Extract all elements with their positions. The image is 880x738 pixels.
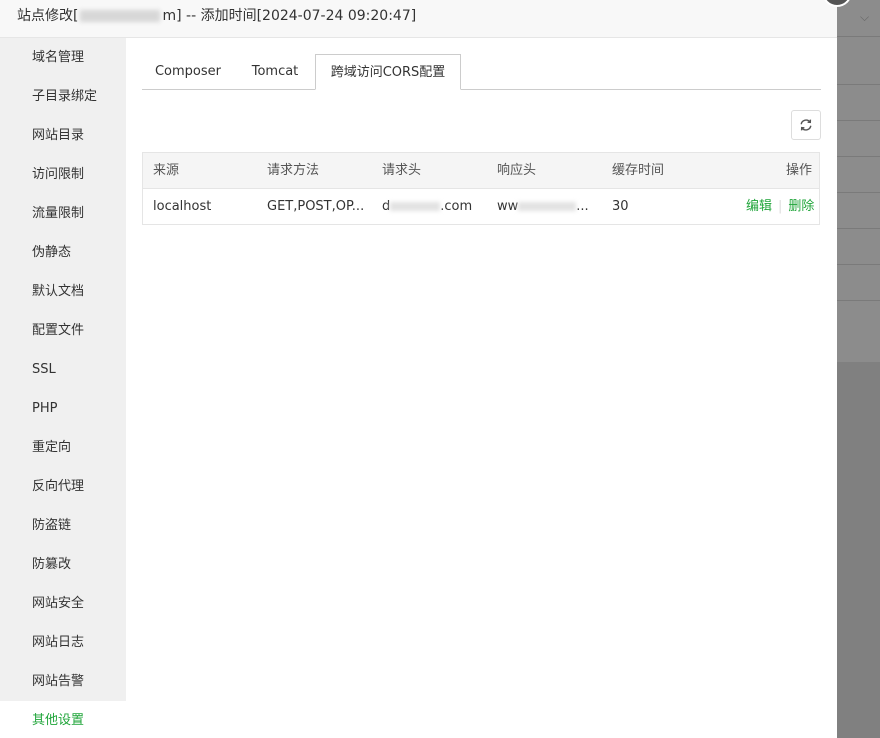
cell-request-headers: d .com [382,189,482,224]
sidebar-item-php[interactable]: PHP [0,389,126,428]
background-row-divider [837,300,880,301]
sidebar-item-traffic-limit[interactable]: 流量限制 [0,194,126,233]
sidebar-item-redirect[interactable]: 重定向 [0,428,126,467]
redacted-text [518,202,577,211]
chevron-down-icon: ⌵ [860,10,870,24]
sidebar-item-reverse-proxy[interactable]: 反向代理 [0,467,126,506]
sidebar-item-other-settings[interactable]: 其他设置 [0,701,126,738]
tab-bar: Composer Tomcat 跨域访问CORS配置 [142,54,821,90]
cell-max-age: 30 [612,199,629,214]
sidebar-item-site-dir[interactable]: 网站目录 [0,116,126,155]
table-header: 来源 请求方法 请求头 响应头 缓存时间 操作 [143,153,819,189]
tab-tomcat[interactable]: Tomcat [234,54,316,90]
redacted-domain [80,10,161,22]
sidebar-item-site-security[interactable]: 网站安全 [0,584,126,623]
cors-table: 来源 请求方法 请求头 响应头 缓存时间 操作 localhost GET,PO… [142,152,820,225]
delete-button[interactable]: 删除 [788,199,814,214]
cell-request-headers-suffix: .com [440,199,473,214]
background-panel [837,0,880,362]
cell-request-headers-prefix: d [382,199,391,214]
background-row-divider [837,228,880,229]
column-header-methods: 请求方法 [267,163,320,178]
sidebar-item-hotlink[interactable]: 防盗链 [0,506,126,545]
column-header-actions: 操作 [786,163,813,178]
sidebar: 域名管理 子目录绑定 网站目录 访问限制 流量限制 伪静态 默认文档 配置文件 … [0,38,126,738]
dialog-title: 站点修改[ m] -- 添加时间[2024-07-24 09:20:47] [0,0,837,38]
sidebar-item-ssl[interactable]: SSL [0,350,126,389]
tab-composer[interactable]: Composer [142,54,234,90]
refresh-icon [800,119,812,131]
site-edit-dialog: 站点修改[ m] -- 添加时间[2024-07-24 09:20:47] 域名管… [0,0,837,738]
dialog-title-prefix: 站点修改[ [17,8,79,24]
sidebar-item-site-alerts[interactable]: 网站告警 [0,662,126,701]
background-row-divider [837,264,880,265]
column-header-max-age: 缓存时间 [612,163,665,178]
refresh-button[interactable] [791,110,821,140]
tab-cors-config[interactable]: 跨域访问CORS配置 [315,54,461,90]
cell-actions: 编辑 | 删除 [746,189,814,224]
sidebar-item-config-file[interactable]: 配置文件 [0,311,126,350]
background-row-divider [837,156,880,157]
dialog-title-suffix: m] -- 添加时间[2024-07-24 09:20:47] [162,8,417,24]
background-row-divider [837,120,880,121]
column-header-response-headers: 响应头 [497,163,537,178]
cell-methods: GET,POST,OP... [267,199,365,214]
redacted-text [390,202,441,211]
column-header-origin: 来源 [153,163,180,178]
sidebar-item-domain[interactable]: 域名管理 [0,38,126,77]
background-row-divider [837,192,880,193]
sidebar-item-default-doc[interactable]: 默认文档 [0,272,126,311]
column-header-request-headers: 请求头 [382,163,422,178]
cell-origin: localhost [153,199,212,214]
sidebar-item-site-logs[interactable]: 网站日志 [0,623,126,662]
sidebar-item-access-limit[interactable]: 访问限制 [0,155,126,194]
cell-response-headers: ww... [497,189,597,224]
sidebar-item-tamper-proof[interactable]: 防篡改 [0,545,126,584]
action-separator: | [778,199,783,214]
cell-response-headers-prefix: ww [497,199,519,214]
table-row: localhost GET,POST,OP... d .com ww... 30 … [143,189,819,224]
sidebar-item-subdir-binding[interactable]: 子目录绑定 [0,77,126,116]
sidebar-item-rewrite[interactable]: 伪静态 [0,233,126,272]
cell-response-headers-suffix: ... [576,199,589,214]
background-row-divider [837,84,880,85]
edit-button[interactable]: 编辑 [746,199,772,214]
background-row-divider [837,36,880,37]
